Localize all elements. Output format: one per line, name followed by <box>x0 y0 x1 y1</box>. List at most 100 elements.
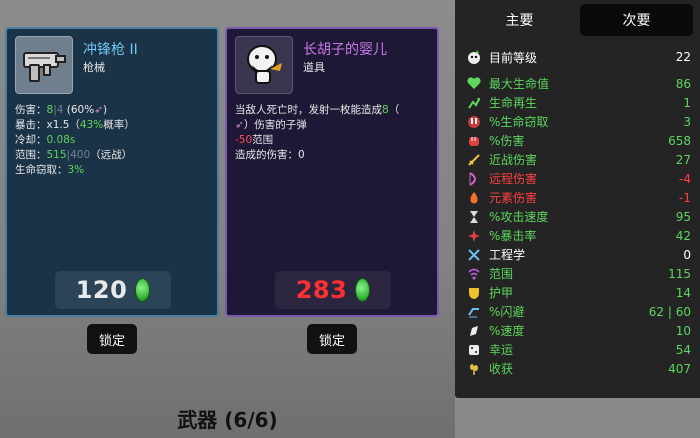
stat-row[interactable]: 元素伤害 -1 <box>465 188 693 207</box>
stat-value: 1 <box>683 95 691 110</box>
tab-primary[interactable]: 主要 <box>463 4 576 36</box>
stat-label: %速度 <box>489 324 525 338</box>
stat-label: 近战伤害 <box>489 153 538 167</box>
item-desc-line2: ➶）伤害的子弹 <box>235 119 307 131</box>
tab-secondary[interactable]: 次要 <box>580 4 693 36</box>
stat-row[interactable]: %攻击速度 95 <box>465 207 693 226</box>
hourglass-icon <box>465 209 483 225</box>
stat-label: 生命再生 <box>489 96 538 110</box>
stat-row[interactable]: %速度 10 <box>465 321 693 340</box>
material-coin-icon <box>135 278 151 302</box>
item-description: 当敌人死亡时，发射一枚能造成8（ ➶）伤害的子弹 -50范围 造成的伤害：0 <box>235 103 433 163</box>
range-line: 范围：515|400（远战） <box>15 149 133 161</box>
level-row: 目前等级 22 <box>465 46 693 68</box>
stat-value: 115 <box>668 266 691 281</box>
level-label: 目前等级 <box>489 50 538 65</box>
ranged-scaling-icon: ➶ <box>235 119 244 131</box>
stat-label: 幸运 <box>489 343 514 357</box>
shield-icon <box>465 285 483 301</box>
stat-row[interactable]: %生命窃取 3 <box>465 112 693 131</box>
stat-label: %闪避 <box>489 305 525 319</box>
lifesteal-line: 生命窃取：3% <box>15 164 85 176</box>
weapon-name: 冲锋枪 II <box>83 42 138 58</box>
stat-value: 95 <box>675 209 691 224</box>
cooldown-line: 冷却：0.08s <box>15 134 76 146</box>
stat-row[interactable]: 远程伤害 -4 <box>465 169 693 188</box>
weapon-price-value: 120 <box>75 276 128 304</box>
stat-label: %伤害 <box>489 134 525 148</box>
crit-line: 暴击：x1.5（43%概率） <box>15 119 135 131</box>
item-card[interactable]: 长胡子的婴儿 道具 当敌人死亡时，发射一枚能造成8（ ➶）伤害的子弹 -50范围… <box>225 27 439 317</box>
luck-icon <box>465 342 483 358</box>
stat-label: 收获 <box>489 362 514 376</box>
stat-row[interactable]: 幸运 54 <box>465 340 693 359</box>
item-desc-line1: 当敌人死亡时，发射一枚能造成8（ <box>235 104 400 116</box>
item-type: 道具 <box>303 61 325 74</box>
item-price[interactable]: 283 <box>275 271 391 309</box>
stat-value: 0 <box>683 247 691 262</box>
wrench-icon <box>465 247 483 263</box>
stat-row[interactable]: 范围 115 <box>465 264 693 283</box>
stat-row[interactable]: 近战伤害 27 <box>465 150 693 169</box>
stat-value: 27 <box>675 152 691 167</box>
regen-icon <box>465 95 483 111</box>
smg-icon <box>15 36 73 94</box>
sword-icon <box>465 152 483 168</box>
weapons-count-title: 武器 (6/6) <box>177 408 278 432</box>
stat-value: 658 <box>668 133 691 148</box>
stat-row[interactable]: 最大生命值 86 <box>465 74 693 93</box>
harvest-icon <box>465 361 483 377</box>
stat-value: 14 <box>675 285 691 300</box>
stat-value: 407 <box>668 361 691 376</box>
speed-icon <box>465 323 483 339</box>
weapon-stats: 伤害：8|4 (60%➶) 暴击：x1.5（43%概率） 冷却：0.08s 范围… <box>15 103 135 178</box>
stat-value: -1 <box>679 190 691 205</box>
level-icon <box>465 49 483 65</box>
material-coin-icon <box>355 278 371 302</box>
item-range-line: -50范围 <box>235 134 274 146</box>
ranged-scaling-icon: ➶ <box>94 104 104 116</box>
stat-row[interactable]: %暴击率 42 <box>465 226 693 245</box>
stat-label: 护甲 <box>489 286 514 300</box>
stat-label: 远程伤害 <box>489 172 538 186</box>
stat-row[interactable]: %闪避 62 | 60 <box>465 302 693 321</box>
level-value: 22 <box>675 50 691 64</box>
item-lock-button[interactable]: 锁定 <box>307 324 357 354</box>
range-icon <box>465 266 483 282</box>
stat-value: 86 <box>675 76 691 91</box>
stat-value: 42 <box>675 228 691 243</box>
stat-row[interactable]: 护甲 14 <box>465 283 693 302</box>
stat-row[interactable]: 工程学 0 <box>465 245 693 264</box>
damage-line: 伤害：8|4 (60%➶) <box>15 104 108 116</box>
bearded-baby-icon <box>235 36 293 94</box>
stat-list: 目前等级 22 最大生命值 86 生命再生 1 %生命窃取 3 %伤害 658 近战伤害 27 远程… <box>465 46 693 378</box>
item-price-value: 283 <box>295 276 348 304</box>
bow-icon <box>465 171 483 187</box>
stat-label: 元素伤害 <box>489 191 538 205</box>
crit-icon <box>465 228 483 244</box>
stat-value: 3 <box>683 114 691 129</box>
stats-tabs: 主要 次要 <box>463 4 693 36</box>
stat-value: 54 <box>675 342 691 357</box>
stat-row[interactable]: %伤害 658 <box>465 131 693 150</box>
stat-value: -4 <box>679 171 691 186</box>
weapon-type: 枪械 <box>83 61 105 74</box>
stat-label: %暴击率 <box>489 229 537 243</box>
weapon-lock-button[interactable]: 锁定 <box>87 324 137 354</box>
heart-icon <box>465 76 483 92</box>
stat-value: 10 <box>675 323 691 338</box>
stat-label: %生命窃取 <box>489 115 549 129</box>
item-dealt-line: 造成的伤害：0 <box>235 149 305 161</box>
flame-icon <box>465 190 483 206</box>
weapon-card[interactable]: 冲锋枪 II 枪械 伤害：8|4 (60%➶) 暴击：x1.5（43%概率） 冷… <box>5 27 219 317</box>
stat-label: %攻击速度 <box>489 210 549 224</box>
lifesteal-icon <box>465 114 483 130</box>
stat-row[interactable]: 收获 407 <box>465 359 693 378</box>
stat-label: 工程学 <box>489 248 526 262</box>
stat-value: 62 | 60 <box>648 304 691 319</box>
dodge-icon <box>465 304 483 320</box>
stat-row[interactable]: 生命再生 1 <box>465 93 693 112</box>
weapon-price[interactable]: 120 <box>55 271 171 309</box>
stat-label: 最大生命值 <box>489 77 550 91</box>
stats-panel: 主要 次要 目前等级 22 最大生命值 86 生命再生 1 %生命窃取 3 %伤害 658 近战… <box>455 0 700 398</box>
